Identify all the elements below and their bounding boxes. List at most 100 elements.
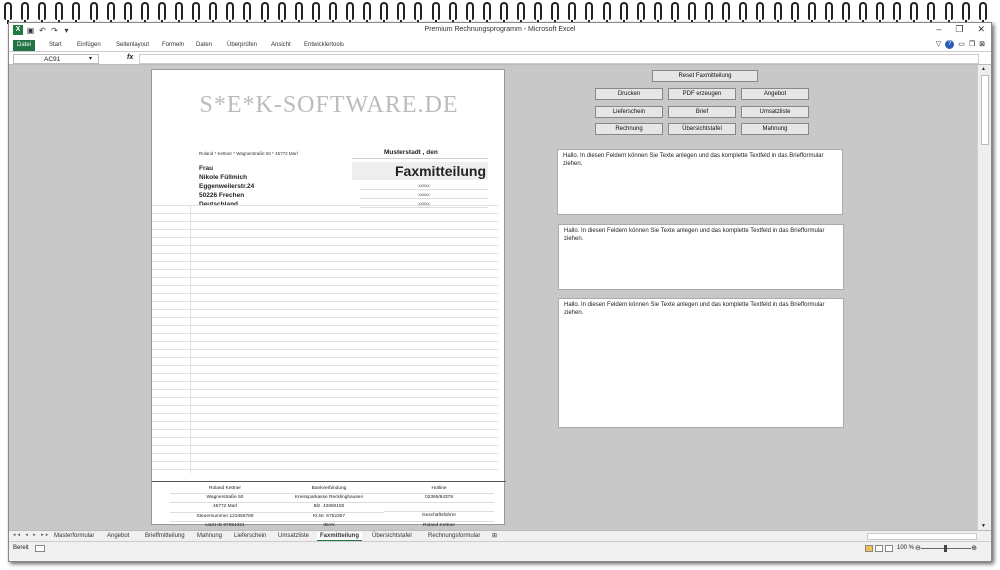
binding-ring (944, 2, 953, 24)
rechnung-button[interactable]: Rechnung (595, 123, 663, 135)
sheet-tab-umsatzliste[interactable]: Umsatzliste (275, 532, 312, 541)
binding-ring (55, 2, 64, 24)
place-date: Musterstadt , den (384, 149, 438, 156)
formula-input[interactable] (139, 54, 979, 64)
formula-bar: AC91 ▾ fx (9, 53, 991, 65)
vertical-scrollbar[interactable]: ▲ ▼ (977, 65, 991, 530)
binding-ring (21, 2, 30, 24)
binding-ring (534, 2, 543, 24)
zoom-out-icon[interactable]: ⊖ (915, 544, 921, 552)
workbook-restore-icon[interactable]: ❐ (969, 40, 975, 49)
binding-ring (568, 2, 577, 24)
brief-button[interactable]: Brief (668, 106, 736, 118)
restore-button[interactable]: ❐ (955, 24, 963, 35)
scroll-down-icon[interactable]: ▼ (981, 523, 986, 529)
sheet-tab-uebersichtstafel[interactable]: Übersichtstafel (369, 532, 415, 541)
scroll-up-icon[interactable]: ▲ (981, 66, 986, 72)
sheet-tab-rechnungsformular[interactable]: Rechnungsformular (425, 532, 483, 541)
umsatzliste-button[interactable]: Umsatzliste (741, 106, 809, 118)
page-layout-view-icon[interactable] (875, 545, 883, 552)
placeholder-field[interactable]: xxxxx (360, 191, 488, 199)
binding-ring (380, 2, 389, 24)
letter-body-lines[interactable] (152, 205, 506, 473)
uebersichtstafel-button[interactable]: Übersichtstafel (668, 123, 736, 135)
name-box-dropdown-icon[interactable]: ▾ (89, 55, 92, 62)
tab-daten[interactable]: Daten (192, 40, 216, 51)
tab-datei[interactable]: Datei (13, 40, 36, 51)
binding-ring (72, 2, 81, 24)
footer-column-address: Roland Kettner Wagnerstraße 50 45772 Mar… (170, 485, 280, 532)
macro-record-icon[interactable] (35, 545, 45, 552)
tab-start[interactable]: Start (45, 40, 66, 51)
lieferschein-button[interactable]: Lieferschein (595, 106, 663, 118)
ruled-line (152, 373, 498, 374)
collapse-ribbon-icon[interactable]: ▽ (936, 40, 941, 49)
name-box[interactable]: AC91 (13, 54, 99, 64)
tab-ansicht[interactable]: Ansicht (267, 40, 295, 51)
binding-ring (157, 2, 166, 24)
binding-ring (517, 2, 525, 24)
sheet-tab-faxmitteilung[interactable]: Faxmitteilung (317, 532, 363, 541)
binding-ring (106, 2, 115, 24)
tab-einfuegen[interactable]: Einfügen (73, 40, 105, 51)
binding-ring (722, 2, 731, 24)
sheet-tab-masterformular[interactable]: Masterformular (51, 532, 97, 541)
binding-ring (294, 2, 303, 24)
tab-entwicklertools[interactable]: Entwicklertools (300, 40, 348, 51)
drucken-button[interactable]: Drucken (595, 88, 663, 100)
zoom-knob[interactable] (944, 545, 947, 552)
text-block[interactable]: Hallo. In diesen Feldern können Sie Text… (558, 224, 844, 290)
binding-ring (773, 2, 782, 24)
pdf-erzeugen-button[interactable]: PDF erzeugen (668, 88, 736, 100)
new-sheet-icon[interactable]: ⊞ (489, 532, 500, 541)
tab-seitenlayout[interactable]: Seitenlayout (112, 40, 153, 51)
tab-ueberpruefen[interactable]: Überprüfen (223, 40, 261, 51)
sheet-tab-angebot[interactable]: Angebot (104, 532, 132, 541)
ruled-line (152, 221, 498, 222)
sheet-tab-bar: ◂◂ ◂ ▸ ▸▸ Masterformular Angebot Brieffm… (9, 530, 991, 541)
normal-view-icon[interactable] (865, 545, 873, 552)
sheet-tab-lieferschein[interactable]: Lieferschein (231, 532, 269, 541)
mahnung-button[interactable]: Mahnung (741, 123, 809, 135)
sheet-tab-mahnung[interactable]: Mahnung (194, 532, 225, 541)
angebot-button[interactable]: Angebot (741, 88, 809, 100)
placeholder-field[interactable]: xxxxx (360, 182, 488, 190)
scroll-thumb[interactable] (981, 75, 989, 145)
ruled-line (152, 381, 498, 382)
horizontal-scrollbar[interactable] (867, 533, 977, 540)
zoom-level[interactable]: 100 % (897, 545, 914, 551)
binding-ring (175, 2, 183, 24)
ruled-line (152, 397, 498, 398)
binding-ring (277, 2, 286, 24)
ruled-line (152, 309, 498, 310)
zoom-slider[interactable]: ⊖ ⊕ (915, 545, 977, 552)
ruled-line (152, 293, 498, 294)
binding-ring (123, 2, 132, 24)
workbook-close-icon[interactable]: ⊠ (979, 40, 985, 49)
ruled-line (152, 237, 498, 238)
sheet-tab-brieffmitteilung[interactable]: Brieffmitteilung (142, 532, 188, 541)
binding-ring (209, 2, 218, 24)
sheet-nav-arrows[interactable]: ◂◂ ◂ ▸ ▸▸ (13, 532, 50, 538)
divider (352, 158, 488, 159)
workbook-minimize-icon[interactable]: ▭ (958, 40, 965, 49)
footer-cell: Bankverbindung (274, 485, 384, 495)
tab-formeln[interactable]: Formeln (158, 40, 188, 51)
close-button[interactable]: ✕ (977, 24, 985, 35)
footer-cell: 45772 Marl (170, 503, 280, 513)
ruled-line (152, 453, 498, 454)
minimize-button[interactable]: – (936, 24, 941, 35)
binding-ring (431, 2, 440, 24)
ruled-line (152, 277, 498, 278)
worksheet-area[interactable]: S*E*K-SOFTWARE.DE Roland * Kettner * Wag… (9, 65, 977, 532)
reset-faxmitteilung-button[interactable]: Reset Faxmitteilung (652, 70, 758, 82)
help-icon[interactable]: ? (945, 40, 955, 49)
ruled-line (152, 285, 498, 286)
zoom-in-icon[interactable]: ⊕ (971, 544, 977, 552)
footer-cell: Kreissparkasse Recklinghausen (274, 494, 384, 504)
window-title: Premium Rechnungsprogramm - Microsoft Ex… (424, 26, 576, 33)
text-block[interactable]: Hallo. In diesen Feldern können Sie Text… (557, 149, 843, 215)
text-block[interactable]: Hallo. In diesen Feldern können Sie Text… (558, 298, 844, 428)
page-break-view-icon[interactable] (885, 545, 893, 552)
fx-icon[interactable]: fx (127, 54, 133, 61)
